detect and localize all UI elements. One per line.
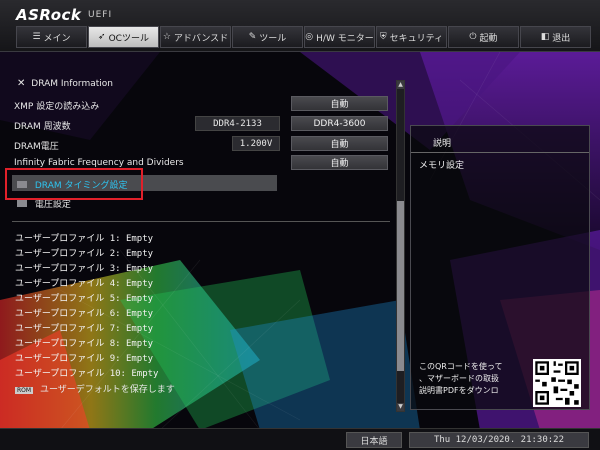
tab-oc-tweaker[interactable]: ➶ OCツール <box>88 26 159 48</box>
language-button[interactable]: 日本語 <box>346 432 402 448</box>
dram-frequency-current: DDR4-2133 <box>195 116 280 131</box>
user-profile-5[interactable]: ユーザープロファイル 5: Empty <box>15 291 153 304</box>
exit-icon: ◧ <box>540 32 550 42</box>
tab-exit[interactable]: ◧ 退出 <box>520 26 591 48</box>
settings-scrollbar[interactable]: ▲ ▼ <box>396 80 405 412</box>
save-user-default-label: ユーザーデフォルトを保存します <box>39 385 175 395</box>
shield-icon: ⛨ <box>379 32 387 42</box>
scroll-down-arrow-icon[interactable]: ▼ <box>397 403 404 411</box>
tab-label: H/W モニター <box>316 33 374 44</box>
asrock-logo: ASRock <box>16 6 82 24</box>
tab-main[interactable]: ☰ メイン <box>16 26 87 48</box>
main-tabs: ☰ メイン ➶ OCツール ☆ アドバンスド ✎ ツール ◎ H/W モニター … <box>16 26 592 48</box>
dram-frequency-label: DRAM 周波数 <box>14 122 71 132</box>
tab-tool[interactable]: ✎ ツール <box>232 26 303 48</box>
rom-icon: ROM <box>15 387 34 394</box>
dram-information-label: DRAM Information <box>31 79 113 89</box>
user-profile-9[interactable]: ユーザープロファイル 9: Empty <box>15 351 153 364</box>
highlight-box <box>5 168 143 200</box>
xmp-label: XMP 設定の読み込み <box>14 102 100 112</box>
qr-caption-line: 説明書PDFをダウンロ <box>419 386 499 395</box>
save-user-default-item[interactable]: ROM ユーザーデフォルトを保存します <box>15 382 175 395</box>
monitor-icon: ◎ <box>305 32 314 42</box>
star-icon: ☆ <box>162 32 171 42</box>
qr-code-icon <box>533 359 581 407</box>
dram-information-item[interactable]: ✕ DRAM Information <box>17 78 113 89</box>
scroll-up-arrow-icon[interactable]: ▲ <box>397 81 404 89</box>
xmp-select[interactable]: 自動 <box>291 96 388 111</box>
qr-caption: このQRコードを使って 、マザーボードの取扱 説明書PDFをダウンロ <box>419 361 529 397</box>
qr-caption-line: 、マザーボードの取扱 <box>419 374 499 383</box>
folder-icon <box>17 200 27 207</box>
wrench-icon: ✎ <box>248 32 257 42</box>
scroll-thumb[interactable] <box>397 201 404 371</box>
user-profile-2[interactable]: ユーザープロファイル 2: Empty <box>15 246 153 259</box>
dram-voltage-label: DRAM電圧 <box>14 142 59 152</box>
infinity-fabric-label: Infinity Fabric Frequency and Dividers <box>14 158 184 168</box>
tab-boot[interactable]: ⏻ 起動 <box>448 26 519 48</box>
rocket-icon: ➶ <box>98 32 106 42</box>
dram-voltage-current: 1.200V <box>232 136 280 151</box>
dram-voltage-select[interactable]: 自動 <box>291 136 388 151</box>
tab-hw-monitor[interactable]: ◎ H/W モニター <box>304 26 375 48</box>
voltage-settings-label: 電圧設定 <box>34 200 71 210</box>
user-profile-1[interactable]: ユーザープロファイル 1: Empty <box>15 231 153 244</box>
header-bar: ASRock UEFI ☰ メイン ➶ OCツール ☆ アドバンスド ✎ ツール… <box>0 0 600 52</box>
tab-label: アドバンスド <box>173 33 229 44</box>
qr-caption-line: このQRコードを使って <box>419 362 503 371</box>
section-divider <box>12 221 390 222</box>
dram-frequency-select[interactable]: DDR4-3600 <box>291 116 388 131</box>
infinity-fabric-select[interactable]: 自動 <box>291 155 388 170</box>
tab-label: セキュリティ <box>389 33 444 44</box>
user-profile-4[interactable]: ユーザープロファイル 4: Empty <box>15 276 153 289</box>
tab-label: 起動 <box>479 33 498 44</box>
description-title: 説明 <box>433 139 452 149</box>
tab-label: ツール <box>259 33 287 44</box>
user-profile-6[interactable]: ユーザープロファイル 6: Empty <box>15 306 153 319</box>
tab-security[interactable]: ⛨ セキュリティ <box>376 26 447 48</box>
tab-advanced[interactable]: ☆ アドバンスド <box>160 26 231 48</box>
user-profile-3[interactable]: ユーザープロファイル 3: Empty <box>15 261 153 274</box>
tab-label: 退出 <box>552 33 571 44</box>
tab-label: OCツール <box>108 33 149 44</box>
user-profile-7[interactable]: ユーザープロファイル 7: Empty <box>15 321 153 334</box>
tools-icon: ✕ <box>17 78 26 89</box>
description-text: メモリ設定 <box>419 161 465 171</box>
uefi-label: UEFI <box>88 10 113 20</box>
user-profile-10[interactable]: ユーザープロファイル 10: Empty <box>15 366 158 379</box>
tab-label: メイン <box>43 33 71 44</box>
description-divider <box>411 152 589 153</box>
date-time-display: Thu 12/03/2020. 21:30:22 <box>409 432 589 448</box>
footer-bar: 日本語 Thu 12/03/2020. 21:30:22 <box>0 428 600 450</box>
power-icon: ⏻ <box>469 32 477 42</box>
description-panel: 説明 メモリ設定 このQRコードを使って 、マザーボードの取扱 説明書PDFをダ… <box>410 125 590 410</box>
user-profile-8[interactable]: ユーザープロファイル 8: Empty <box>15 336 153 349</box>
list-icon: ☰ <box>32 32 41 42</box>
